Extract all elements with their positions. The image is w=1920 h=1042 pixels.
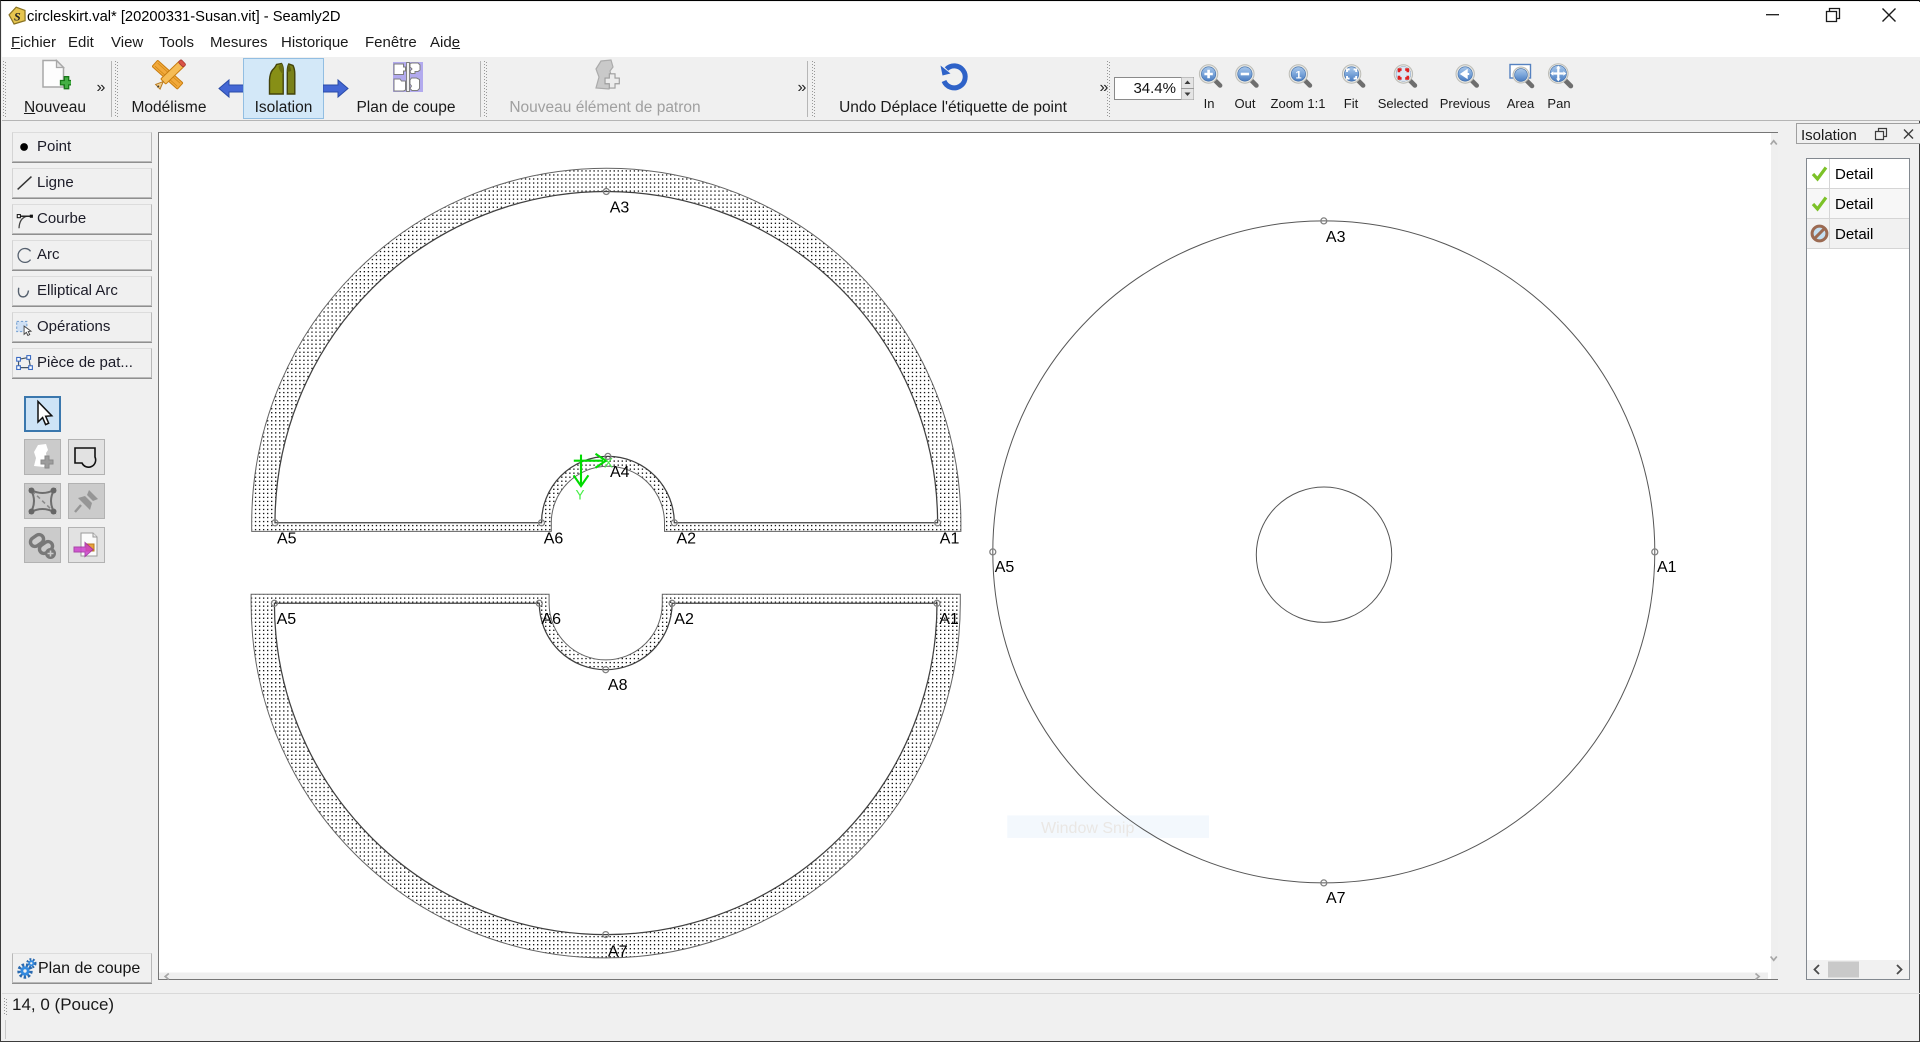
svg-text:A8: A8 [608,677,628,694]
svg-text:A5: A5 [277,530,297,547]
svg-text:A3: A3 [1326,229,1346,246]
svg-text:A6: A6 [544,530,564,547]
svg-text:A4: A4 [610,464,630,481]
svg-text:Window Snip: Window Snip [1041,820,1134,837]
svg-text:A5: A5 [995,559,1015,576]
svg-text:A5: A5 [277,611,297,628]
svg-text:A2: A2 [677,530,697,547]
svg-text:A7: A7 [608,943,628,960]
svg-text:A7: A7 [1326,890,1346,907]
svg-text:Y: Y [576,488,585,503]
svg-text:A1: A1 [940,530,960,547]
svg-text:A1: A1 [1657,559,1677,576]
svg-text:A3: A3 [610,199,630,216]
svg-text:A1: A1 [939,611,959,628]
svg-text:A2: A2 [674,611,694,628]
svg-text:A6: A6 [542,611,562,628]
